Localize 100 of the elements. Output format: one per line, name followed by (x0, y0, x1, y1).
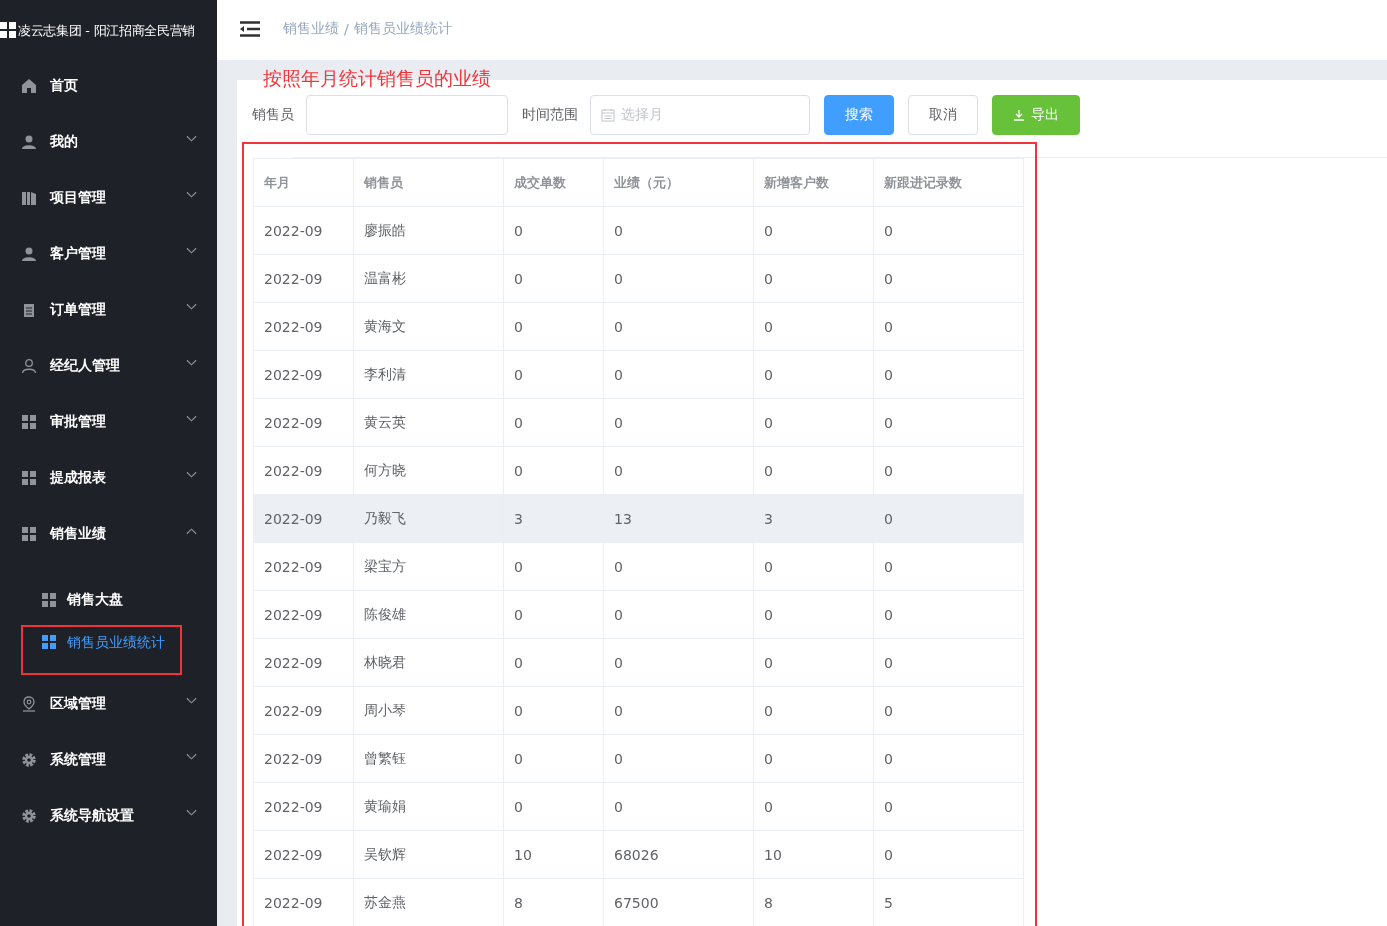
menu-item[interactable]: 审批管理 (0, 394, 217, 450)
menu-icon[interactable] (240, 21, 260, 37)
table-cell: 2022-09 (253, 254, 354, 303)
column-header: 成交单数 (503, 158, 604, 207)
table-cell: 10 (503, 830, 604, 879)
table-cell: 2022-09 (253, 638, 354, 687)
table-cell: 0 (873, 782, 1024, 831)
grid-icon (0, 22, 16, 38)
table-cell: 乃毅飞 (353, 494, 504, 543)
table-cell: 2022-09 (253, 590, 354, 639)
table-row[interactable]: 2022-09 曾繁钰 0 0 0 0 (253, 734, 1024, 783)
table-cell: 0 (603, 398, 754, 447)
table-cell: 0 (753, 350, 874, 399)
table-cell: 林晓君 (353, 638, 504, 687)
annotation-text: 按照年月统计销售员的业绩 (263, 66, 491, 91)
table-cell: 0 (603, 686, 754, 735)
table-cell: 0 (753, 446, 874, 495)
table-row[interactable]: 2022-09 陈俊雄 0 0 0 0 (253, 590, 1024, 639)
grid-icon (21, 470, 37, 486)
user-outline-icon (21, 358, 37, 374)
menu-item[interactable]: 系统导航设置 (0, 788, 217, 844)
table-cell: 0 (873, 590, 1024, 639)
table-cell: 0 (603, 254, 754, 303)
table-row[interactable]: 2022-09 黄海文 0 0 0 0 (253, 302, 1024, 351)
table-row[interactable]: 2022-09 吴钦辉 10 68026 10 0 (253, 830, 1024, 879)
table-cell: 0 (603, 542, 754, 591)
menu-item[interactable]: 经纪人管理 (0, 338, 217, 394)
menu-item[interactable]: 客户管理 (0, 226, 217, 282)
table-row[interactable]: 2022-09 温富彬 0 0 0 0 (253, 254, 1024, 303)
column-header: 新跟进记录数 (873, 158, 1024, 207)
menu-item[interactable]: 系统管理 (0, 732, 217, 788)
table-cell: 0 (873, 542, 1024, 591)
table-cell: 2022-09 (253, 302, 354, 351)
table-row[interactable]: 2022-09 乃毅飞 3 13 3 0 (253, 494, 1024, 543)
clipboard-icon (21, 302, 37, 318)
table-cell: 2022-09 (253, 782, 354, 831)
table-cell: 0 (603, 206, 754, 255)
table-row[interactable]: 2022-09 李利清 0 0 0 0 (253, 350, 1024, 399)
menu-item[interactable]: 区域管理 (0, 676, 217, 732)
table-cell: 0 (603, 638, 754, 687)
table-cell: 0 (873, 494, 1024, 543)
column-header: 新增客户数 (753, 158, 874, 207)
table-cell: 黄瑜娟 (353, 782, 504, 831)
table-cell: 陈俊雄 (353, 590, 504, 639)
table-cell: 0 (753, 398, 874, 447)
menu-item[interactable]: 提成报表 (0, 450, 217, 506)
submenu-item[interactable]: 销售大盘 (0, 575, 217, 625)
submenu-item[interactable]: 销售员业绩统计 (21, 625, 182, 675)
table-cell: 0 (603, 782, 754, 831)
table-cell: 3 (753, 494, 874, 543)
table-cell: 0 (873, 686, 1024, 735)
table-cell: 0 (603, 590, 754, 639)
menu-item[interactable]: 销售业绩 (0, 506, 217, 562)
table-cell: 李利清 (353, 350, 504, 399)
table-cell: 68026 (603, 830, 754, 879)
table-row[interactable]: 2022-09 周小琴 0 0 0 0 (253, 686, 1024, 735)
download-icon (1013, 109, 1025, 121)
grid-icon (21, 414, 37, 430)
settings-icon (21, 808, 37, 824)
menu-item[interactable]: 我的 (0, 114, 217, 170)
table-cell: 0 (873, 350, 1024, 399)
table-row[interactable]: 2022-09 何方晓 0 0 0 0 (253, 446, 1024, 495)
menu-item[interactable]: 订单管理 (0, 282, 217, 338)
table-cell: 0 (873, 734, 1024, 783)
table-row[interactable]: 2022-09 梁宝方 0 0 0 0 (253, 542, 1024, 591)
table-cell: 0 (503, 686, 604, 735)
table-cell: 0 (503, 542, 604, 591)
table-cell: 何方晓 (353, 446, 504, 495)
settings-icon (21, 752, 37, 768)
book-icon (21, 190, 37, 206)
table-row[interactable]: 2022-09 廖振皓 0 0 0 0 (253, 206, 1024, 255)
table-cell: 0 (503, 206, 604, 255)
table-cell: 0 (753, 302, 874, 351)
menu-item[interactable]: 项目管理 (0, 170, 217, 226)
table-cell: 吴钦辉 (353, 830, 504, 879)
table-row[interactable]: 2022-09 苏金燕 8 67500 8 5 (253, 878, 1024, 926)
cancel-button[interactable]: 取消 (908, 95, 978, 135)
menu-item[interactable]: 首页 (0, 58, 217, 114)
table-cell: 0 (873, 830, 1024, 879)
table-cell: 0 (503, 734, 604, 783)
table-cell: 廖振皓 (353, 206, 504, 255)
table-cell: 10 (753, 830, 874, 879)
table-cell: 曾繁钰 (353, 734, 504, 783)
table-cell: 0 (603, 350, 754, 399)
table-cell: 2022-09 (253, 734, 354, 783)
table-cell: 2022-09 (253, 206, 354, 255)
table-cell: 0 (753, 590, 874, 639)
table-cell: 0 (603, 302, 754, 351)
table-cell: 0 (503, 302, 604, 351)
table-cell: 0 (873, 302, 1024, 351)
table-row[interactable]: 2022-09 黄云英 0 0 0 0 (253, 398, 1024, 447)
table-cell: 黄海文 (353, 302, 504, 351)
table-row[interactable]: 2022-09 黄瑜娟 0 0 0 0 (253, 782, 1024, 831)
table-cell: 梁宝方 (353, 542, 504, 591)
table-cell: 0 (753, 638, 874, 687)
table-cell: 黄云英 (353, 398, 504, 447)
table-cell: 2022-09 (253, 446, 354, 495)
salesperson-input[interactable] (306, 95, 508, 135)
table-row[interactable]: 2022-09 林晓君 0 0 0 0 (253, 638, 1024, 687)
table-cell: 2022-09 (253, 686, 354, 735)
